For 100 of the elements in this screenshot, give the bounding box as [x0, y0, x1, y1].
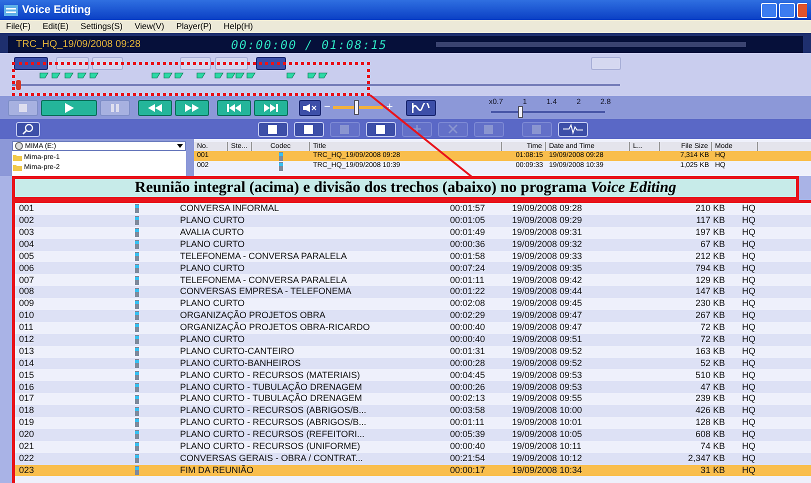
segment-row[interactable]: 018 PLANO CURTO - RECURSOS (ABRIGOS/B... 00:03:58 19/09/2008 10:00 426 KB HQ	[15, 405, 811, 418]
next-icon	[264, 104, 278, 112]
table-cell: HQ	[742, 203, 756, 214]
close-button[interactable]	[797, 2, 807, 18]
volume-plus: +	[386, 102, 393, 113]
segment-row[interactable]: 016 PLANO CURTO - TUBULAÇÃO DRENAGEM 00:00:26 19/09/2008 09:53 47 KB HQ	[15, 381, 811, 394]
rewind-button[interactable]	[138, 100, 172, 116]
table-cell: 005	[19, 250, 34, 261]
table-cell: PLANO CURTO	[180, 334, 245, 344]
table-cell: 008	[19, 286, 34, 296]
previous-button[interactable]	[217, 100, 251, 116]
codec-icon	[135, 394, 139, 404]
table-cell-text: 230 KB	[695, 297, 725, 310]
codec-icon	[135, 264, 139, 273]
table-cell: 19/09/2008 09:29	[512, 215, 582, 226]
menu-item[interactable]: Settings(S)	[80, 22, 123, 31]
segment-row[interactable]: 002 PLANO CURTO 00:01:05 19/09/2008 09:29 117 KB HQ	[15, 214, 811, 227]
minimize-button[interactable]	[761, 2, 777, 18]
slider-thumb[interactable]	[354, 100, 359, 115]
table-cell: 00:00:40	[450, 441, 486, 452]
menu-item[interactable]: View(V)	[134, 22, 164, 31]
segment-row[interactable]: 004 PLANO CURTO 00:00:36 19/09/2008 09:32 67 KB HQ	[15, 238, 811, 251]
table-cell: HQ	[742, 417, 756, 428]
segment-row[interactable]: 012 PLANO CURTO 00:00:40 19/09/2008 09:51 72 KB HQ	[15, 334, 811, 346]
table-cell-text: 510 KB	[695, 368, 725, 382]
table-cell: 021	[19, 441, 34, 452]
table-cell: HQ	[742, 286, 756, 296]
table-cell: 19/09/2008 09:51	[512, 334, 582, 344]
table-cell-text: 239 KB	[695, 392, 725, 406]
codec-icon	[135, 240, 139, 250]
volume-slider[interactable]	[333, 100, 384, 115]
table-cell: HQ	[742, 382, 756, 392]
table-cell: 002	[19, 215, 34, 226]
table-cell: 00:01:49	[450, 226, 486, 237]
table-cell: 00:01:11	[450, 417, 484, 428]
codec-icon	[135, 382, 139, 392]
segment-row[interactable]: 005 TELEFONEMA - CONVERSA PARALELA 00:01:58 19/09/2008 09:33 212 KB HQ	[15, 250, 811, 262]
table-cell: 018	[19, 405, 34, 416]
segment-row[interactable]: 020 PLANO CURTO - RECURSOS (REFEITORI... 00:05:39 19/09/2008 10:05 608 KB HQ	[15, 428, 811, 441]
segment-row[interactable]: 010 ORGANIZAÇÃO PROJETOS OBRA 00:02:29 19/09/2008 09:47 267 KB HQ	[15, 310, 811, 322]
segment-row[interactable]: 023 FIM DA REUNIÃO 00:00:17 19/09/2008 10:34 31 KB HQ	[15, 464, 811, 476]
segment-row[interactable]: 022 CONVERSAS GERAIS - OBRA / CONTRAT... 00:21:54 19/09/2008 10:12 2,347 KB HQ	[15, 452, 811, 465]
table-cell-text: 2,347 KB	[688, 452, 725, 465]
table-cell: 009	[19, 298, 34, 308]
table-cell: 016	[19, 382, 34, 392]
waveform-icon[interactable]	[558, 122, 588, 136]
speed-slider[interactable]	[490, 106, 605, 118]
table-cell: ORGANIZAÇÃO PROJETOS OBRA	[180, 310, 326, 320]
segment-row[interactable]: 013 PLANO CURTO-CANTEIRO 00:01:31 19/09/2008 09:52 163 KB HQ	[15, 346, 811, 358]
menu-item[interactable]: Edit(E)	[42, 22, 69, 31]
waveform-button[interactable]	[406, 100, 436, 116]
table-cell: 19/09/2008 09:42	[512, 274, 582, 285]
segment-row[interactable]: 008 CONVERSAS EMPRESA - TELEFONEMA 00:01:22 19/09/2008 09:44 147 KB HQ	[15, 286, 811, 298]
table-cell: HQ	[742, 405, 756, 416]
table-cell: PLANO CURTO	[180, 215, 245, 226]
table-cell: 019	[19, 417, 34, 428]
segment-row[interactable]: 006 PLANO CURTO 00:07:24 19/09/2008 09:35 794 KB HQ	[15, 262, 811, 274]
caret-icon	[177, 144, 183, 148]
table-cell: 011	[19, 322, 34, 332]
table-cell: FIM DA REUNIÃO	[180, 464, 254, 475]
table-cell: 001	[19, 203, 34, 214]
menu-item[interactable]: Help(H)	[224, 22, 253, 31]
codec-icon	[135, 347, 139, 356]
table-cell: PLANO CURTO - RECURSOS (MATERIAIS)	[180, 370, 360, 380]
codec-icon	[135, 216, 139, 226]
table-cell: 017	[19, 393, 34, 404]
table-cell-text: 794 KB	[695, 262, 725, 275]
table-cell: PLANO CURTO - TUBULAÇÃO DRENAGEM	[180, 393, 362, 404]
play-button[interactable]	[41, 100, 97, 116]
table-cell-text: 197 KB	[695, 226, 725, 239]
table-cell: HQ	[742, 322, 756, 332]
mute-icon	[303, 104, 317, 112]
table-cell: 010	[19, 310, 34, 320]
table-cell: PLANO CURTO	[180, 298, 245, 308]
table-cell: 19/09/2008 09:33	[512, 250, 582, 261]
table-cell: 00:07:24	[450, 262, 486, 273]
table-cell: PLANO CURTO - RECURSOS (ABRIGOS/B...	[180, 405, 366, 416]
table-cell: 003	[19, 226, 34, 237]
segment-row[interactable]: 014 PLANO CURTO-BANHEIROS 00:00:28 19/09/2008 09:52 52 KB HQ	[15, 358, 811, 370]
table-cell-text: 608 KB	[695, 428, 725, 442]
next-button[interactable]	[254, 100, 288, 116]
codec-icon	[135, 288, 139, 297]
table-cell: 00:00:17	[450, 464, 486, 475]
mute-button[interactable]	[299, 100, 321, 116]
codec-icon	[135, 370, 139, 380]
menu-item[interactable]: Player(P)	[176, 22, 212, 31]
table-cell: HQ	[742, 334, 756, 344]
menu-item[interactable]: File(F)	[6, 22, 31, 31]
fast-forward-button[interactable]	[175, 100, 209, 116]
table-cell: 19/09/2008 09:31	[512, 226, 582, 237]
table-cell: 00:01:58	[450, 250, 486, 261]
restore-button[interactable]	[779, 2, 795, 18]
table-cell: 19/09/2008 10:12	[512, 452, 582, 463]
slider-thumb[interactable]	[518, 106, 524, 118]
table-cell: 006	[19, 262, 34, 273]
table-cell: 19/09/2008 10:05	[512, 429, 582, 440]
table-cell: PLANO CURTO - TUBULAÇÃO DRENAGEM	[180, 382, 362, 392]
table-cell: 00:00:36	[450, 238, 486, 249]
search-icon[interactable]	[16, 122, 40, 136]
table-cell: 19/09/2008 09:47	[512, 322, 582, 332]
